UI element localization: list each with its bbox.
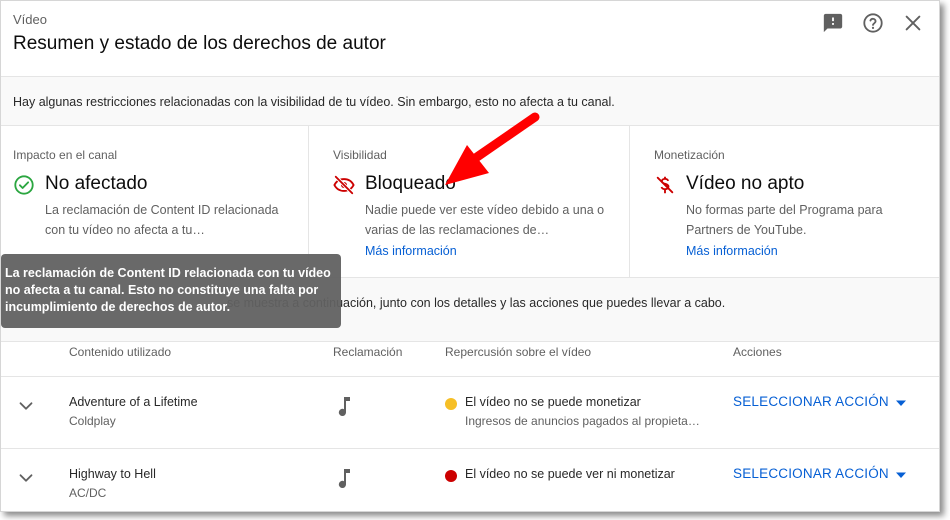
check-circle-icon: [13, 174, 35, 196]
status-description: La reclamación de Content ID relacionada…: [45, 203, 279, 237]
music-note-icon: [335, 395, 355, 417]
status-monetization: Monetización Vídeo no apto No formas par…: [630, 126, 939, 278]
caret-down-icon[interactable]: [894, 396, 908, 410]
chevron-down-icon[interactable]: [15, 467, 37, 489]
status-label: Impacto en el canal: [13, 148, 118, 162]
impact-subtext: Ingresos de anuncios pagados al propieta…: [465, 414, 700, 428]
status-label: Visibilidad: [333, 148, 387, 162]
column-header-content: Contenido utilizado: [69, 345, 172, 359]
status-value: Vídeo no apto: [686, 173, 805, 194]
dialog-header: Vídeo Resumen y estado de los derechos d…: [1, 1, 939, 77]
copyright-dialog: Vídeo Resumen y estado de los derechos d…: [0, 0, 940, 512]
table-row: Adventure of a Lifetime Coldplay El víde…: [1, 377, 939, 449]
visibility-notice-text: Hay algunas restricciones relacionadas c…: [13, 95, 615, 109]
impact-text: El vídeo no se puede ver ni monetizar: [465, 467, 675, 481]
more-info-link[interactable]: Más información: [686, 244, 778, 258]
status-dot: [445, 398, 457, 410]
track-artist: AC/DC: [69, 486, 107, 500]
select-action-button[interactable]: SELECCIONAR ACCIÓN: [733, 394, 889, 409]
chevron-down-icon[interactable]: [15, 395, 37, 417]
eye-off-icon: [333, 174, 355, 196]
dialog-title: Resumen y estado de los derechos de auto…: [13, 33, 386, 54]
track-title: Adventure of a Lifetime: [69, 395, 198, 409]
music-note-icon: [335, 467, 355, 489]
status-dot: [445, 470, 457, 482]
feedback-icon[interactable]: [822, 12, 844, 34]
caret-down-icon[interactable]: [894, 468, 908, 482]
track-artist: Coldplay: [69, 414, 116, 428]
annotation-arrow-icon: [437, 111, 543, 189]
column-header-claim: Reclamación: [333, 345, 403, 359]
close-icon[interactable]: [902, 12, 924, 34]
select-action-button[interactable]: SELECCIONAR ACCIÓN: [733, 466, 889, 481]
column-header-actions: Acciones: [733, 345, 782, 359]
channel-impact-tooltip: La reclamación de Content ID relacionada…: [1, 254, 341, 328]
track-title: Highway to Hell: [69, 467, 156, 481]
column-header-impact: Repercusión sobre el vídeo: [445, 345, 592, 359]
help-icon[interactable]: [862, 12, 884, 34]
table-row: Highway to Hell AC/DC El vídeo no se pue…: [1, 449, 939, 511]
more-info-link[interactable]: Más información: [365, 244, 457, 258]
status-description: Nadie puede ver este vídeo debido a una …: [365, 203, 605, 237]
impact-text: El vídeo no se puede monetizar: [465, 395, 641, 409]
dialog-context-label: Vídeo: [13, 12, 47, 27]
status-value: No afectado: [45, 173, 148, 194]
no-money-icon: [654, 174, 676, 196]
claims-table-header: Contenido utilizado Reclamación Repercus…: [1, 342, 939, 377]
status-label: Monetización: [654, 148, 725, 162]
status-description: No formas parte del Programa para Partne…: [686, 203, 883, 237]
